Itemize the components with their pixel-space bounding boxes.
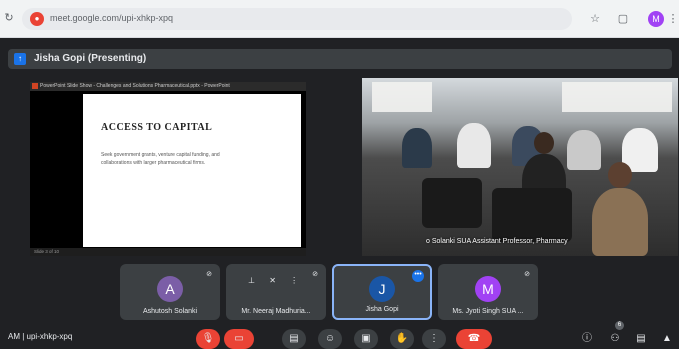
student-head: [534, 132, 554, 154]
people-icon[interactable]: ⚇: [608, 332, 622, 346]
meet-stage: ↑ Jisha Gopi (Presenting) PowerPoint Sli…: [0, 38, 679, 349]
shared-screen-tile[interactable]: PowerPoint Slide Show - Challenges and S…: [30, 82, 306, 256]
mic-off-icon: ⊘: [524, 271, 530, 278]
extension-icon[interactable]: ▢: [616, 12, 630, 26]
activities-icon[interactable]: ▲: [660, 332, 674, 346]
slide-title: ACCESS TO CAPITAL: [101, 122, 213, 133]
meeting-code: AM | upi-xhkp-xpq: [8, 332, 73, 341]
browser-toolbar: ↻ ● meet.google.com/upi-xhkp-xpq ☆ ▢ M ⋮: [0, 0, 679, 38]
presenting-banner: ↑ Jisha Gopi (Presenting): [8, 49, 672, 69]
powerpoint-statusbar: Slide 3 of 10: [30, 248, 306, 256]
classroom-chair: [492, 188, 572, 242]
reload-icon[interactable]: ↻: [4, 13, 14, 24]
mic-off-icon: ⊘: [312, 271, 318, 278]
participant-name: Ashutosh Solanki: [142, 308, 198, 315]
classroom-chair: [422, 178, 482, 228]
classroom-window: [372, 82, 432, 112]
emoji-button[interactable]: ☺: [318, 329, 342, 349]
tile-hover-controls[interactable]: ⊥ ✕ ⋮: [248, 276, 304, 285]
camera-caption: o Solanki SUA Assistant Professor, Pharm…: [426, 238, 568, 245]
chat-icon[interactable]: ▤: [634, 332, 648, 346]
captions-button[interactable]: ▤: [282, 329, 306, 349]
participant-name: Jisha Gopi: [365, 306, 399, 313]
powerpoint-titlebar: PowerPoint Slide Show - Challenges and S…: [30, 82, 306, 91]
bookmark-star-icon[interactable]: ☆: [588, 12, 602, 26]
presenting-label: Jisha Gopi (Presenting): [34, 53, 147, 64]
participant-name: Ms. Jyoti Singh SUA ...: [452, 308, 524, 315]
student-figure: [567, 130, 601, 170]
site-icon: ●: [30, 12, 44, 26]
participant-tile-active[interactable]: ••• J Jisha Gopi: [332, 264, 432, 320]
participant-tile[interactable]: ⊘ ⊥ ✕ ⋮ Mr. Neeraj Madhuria...: [226, 264, 326, 320]
speaking-indicator-icon: •••: [412, 270, 424, 282]
slide-body: Seek government grants, venture capital …: [101, 152, 220, 166]
more-options-button[interactable]: ⋮: [422, 329, 446, 349]
participant-tile[interactable]: ⊘ A Ashutosh Solanki: [120, 264, 220, 320]
present-button[interactable]: ▣: [354, 329, 378, 349]
powerpoint-icon: [32, 83, 38, 89]
mic-off-button[interactable]: 🎙: [196, 329, 220, 349]
student-head: [608, 162, 632, 188]
url-text: meet.google.com/upi-xhkp-xpq: [50, 13, 174, 23]
presentation-slide: ACCESS TO CAPITAL Seek government grants…: [83, 94, 301, 247]
address-bar[interactable]: ● meet.google.com/upi-xhkp-xpq: [22, 8, 572, 30]
raise-hand-button[interactable]: ✋: [390, 329, 414, 349]
student-figure: [592, 188, 648, 256]
slide-counter: Slide 3 of 10: [34, 249, 60, 254]
student-figure: [402, 128, 432, 168]
avatar: M: [475, 276, 501, 302]
student-figure: [457, 123, 491, 168]
avatar: J: [369, 276, 395, 302]
camera-video-tile[interactable]: o Solanki SUA Assistant Professor, Pharm…: [362, 78, 678, 256]
participant-name: Mr. Neeraj Madhuria...: [241, 308, 311, 315]
camera-off-button[interactable]: ▭: [224, 329, 254, 349]
present-screen-icon: ↑: [14, 53, 26, 65]
meeting-controls-bar: AM | upi-xhkp-xpq 🎙 ▭ ▤ ☺ ▣ ✋ ⋮ ☎ ⓘ ⚇ 6 …: [0, 321, 679, 349]
classroom-window: [562, 82, 672, 112]
avatar: A: [157, 276, 183, 302]
meeting-info-icon[interactable]: ⓘ: [580, 332, 594, 346]
mic-off-icon: ⊘: [206, 271, 212, 278]
leave-call-button[interactable]: ☎: [456, 329, 492, 349]
browser-menu-icon[interactable]: ⋮: [666, 12, 679, 26]
profile-avatar[interactable]: M: [648, 11, 664, 27]
participant-tile[interactable]: ⊘ M Ms. Jyoti Singh SUA ...: [438, 264, 538, 320]
powerpoint-title: PowerPoint Slide Show - Challenges and S…: [40, 83, 230, 89]
participant-count-badge: 6: [615, 321, 624, 330]
